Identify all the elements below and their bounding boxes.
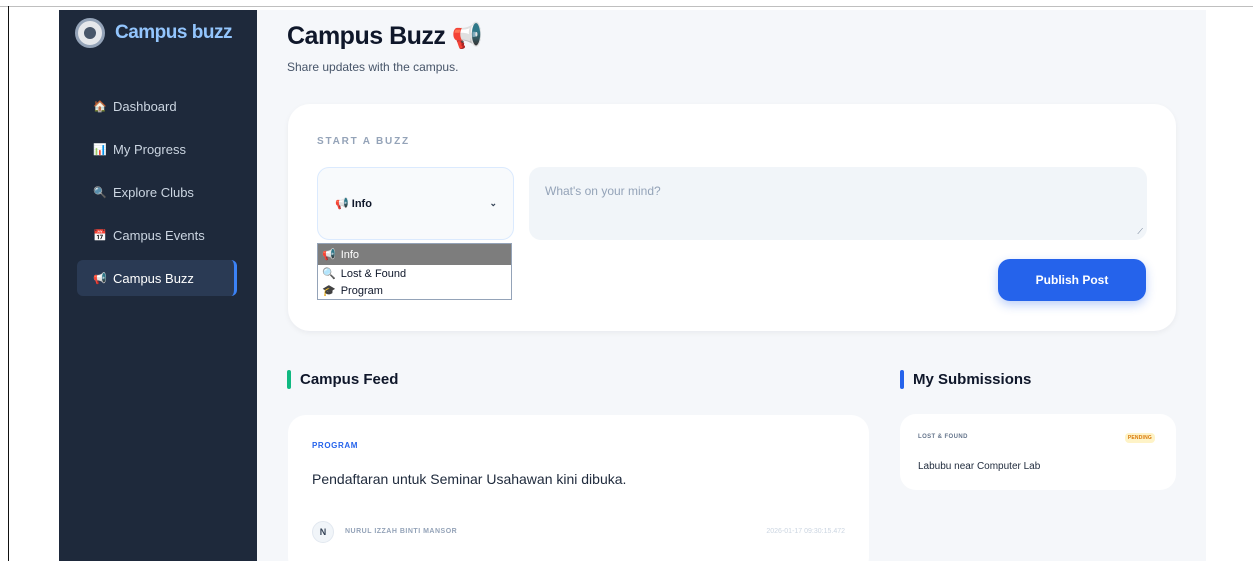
submission-category: LOST & FOUND [918, 434, 968, 440]
section-accent-bar [900, 370, 904, 389]
sidebar-item-label: Campus Buzz [113, 270, 194, 286]
status-badge: PENDING [1124, 433, 1155, 443]
megaphone-icon: 📢 [335, 198, 349, 210]
campus-feed-title: Campus Feed [300, 371, 399, 388]
sidebar-item-label: My Progress [113, 141, 186, 157]
post-timestamp: 2026-01-17 09:30:15.472 [766, 528, 845, 535]
page-title-text: Campus Buzz [287, 22, 446, 50]
calendar-icon: 📅 [93, 229, 107, 242]
my-submissions-heading: My Submissions [900, 370, 1031, 389]
category-dropdown: 📢 Info 🔍 Lost & Found 🎓 Program [317, 243, 512, 300]
option-label: Program [340, 284, 383, 297]
chevron-down-icon: ⌄ [489, 198, 497, 208]
bar-chart-icon: 📊 [93, 143, 107, 156]
composer-card: START A BUZZ 📢 Info ⌄ 📢 Info 🔍 Lost & Fo… [288, 104, 1176, 331]
window-left-border [8, 6, 9, 561]
my-submissions-title: My Submissions [913, 371, 1032, 388]
option-label: Lost & Found [340, 267, 407, 280]
dropdown-option-lost-found[interactable]: 🔍 Lost & Found [318, 265, 511, 282]
brand-name: Campus buzz [115, 22, 232, 43]
search-icon: 🔍 [93, 186, 107, 199]
post-category: PROGRAM [312, 441, 358, 450]
megaphone-icon: 📢 [322, 249, 336, 261]
sidebar: Campus buzz 🏠 Dashboard 📊 My Progress 🔍 … [59, 10, 257, 561]
page-subtitle: Share updates with the campus. [287, 60, 459, 74]
sidebar-item-campus-events[interactable]: 📅 Campus Events [77, 217, 237, 253]
post-text: Pendaftaran untuk Seminar Usahawan kini … [312, 471, 627, 487]
graduation-cap-icon: 🎓 [322, 285, 336, 297]
category-select[interactable]: 📢 Info ⌄ [317, 167, 514, 240]
home-icon: 🏠 [93, 100, 107, 113]
submission-text: Labubu near Computer Lab [918, 461, 1041, 472]
megaphone-icon: 📢 [93, 272, 107, 285]
sidebar-item-dashboard[interactable]: 🏠 Dashboard [77, 88, 237, 124]
megaphone-icon: 📢 [451, 22, 483, 50]
post-author: NURUL IZZAH BINTI MANSOR [345, 528, 458, 535]
publish-post-button[interactable]: Publish Post [998, 259, 1146, 301]
post-textarea-placeholder: What's on your mind? [545, 184, 661, 198]
page-margin [1206, 10, 1253, 561]
resize-handle-icon[interactable]: ⟋ [1137, 227, 1143, 237]
dropdown-option-info[interactable]: 📢 Info [318, 244, 511, 265]
sidebar-item-label: Explore Clubs [113, 184, 194, 200]
app-container: Campus buzz 🏠 Dashboard 📊 My Progress 🔍 … [59, 10, 1206, 561]
dropdown-option-program[interactable]: 🎓 Program [318, 282, 511, 299]
sidebar-item-campus-buzz[interactable]: 📢 Campus Buzz [77, 260, 237, 296]
category-select-label: Info [351, 198, 372, 210]
window-top-border [0, 6, 1253, 7]
category-select-value: 📢 Info [335, 197, 372, 210]
option-label: Info [340, 248, 360, 261]
page-title: Campus Buzz 📢 [287, 22, 483, 51]
sidebar-item-explore-clubs[interactable]: 🔍 Explore Clubs [77, 174, 237, 210]
avatar: N [312, 521, 334, 543]
sidebar-item-label: Campus Events [113, 227, 205, 243]
post-textarea[interactable]: What's on your mind? ⟋ [529, 167, 1147, 240]
composer-section-label: START A BUZZ [317, 136, 410, 147]
screen: Campus buzz 🏠 Dashboard 📊 My Progress 🔍 … [0, 0, 1253, 561]
sidebar-item-label: Dashboard [113, 98, 177, 114]
feed-post-card[interactable]: PROGRAM Pendaftaran untuk Seminar Usahaw… [288, 415, 869, 561]
brand[interactable]: Campus buzz [75, 18, 232, 48]
university-seal-icon [75, 18, 105, 48]
sidebar-nav: 🏠 Dashboard 📊 My Progress 🔍 Explore Club… [77, 88, 237, 303]
submission-card[interactable]: LOST & FOUND PENDING Labubu near Compute… [900, 414, 1176, 490]
section-accent-bar [287, 370, 291, 389]
sidebar-item-my-progress[interactable]: 📊 My Progress [77, 131, 237, 167]
campus-feed-heading: Campus Feed [287, 370, 398, 389]
search-icon: 🔍 [322, 268, 336, 280]
